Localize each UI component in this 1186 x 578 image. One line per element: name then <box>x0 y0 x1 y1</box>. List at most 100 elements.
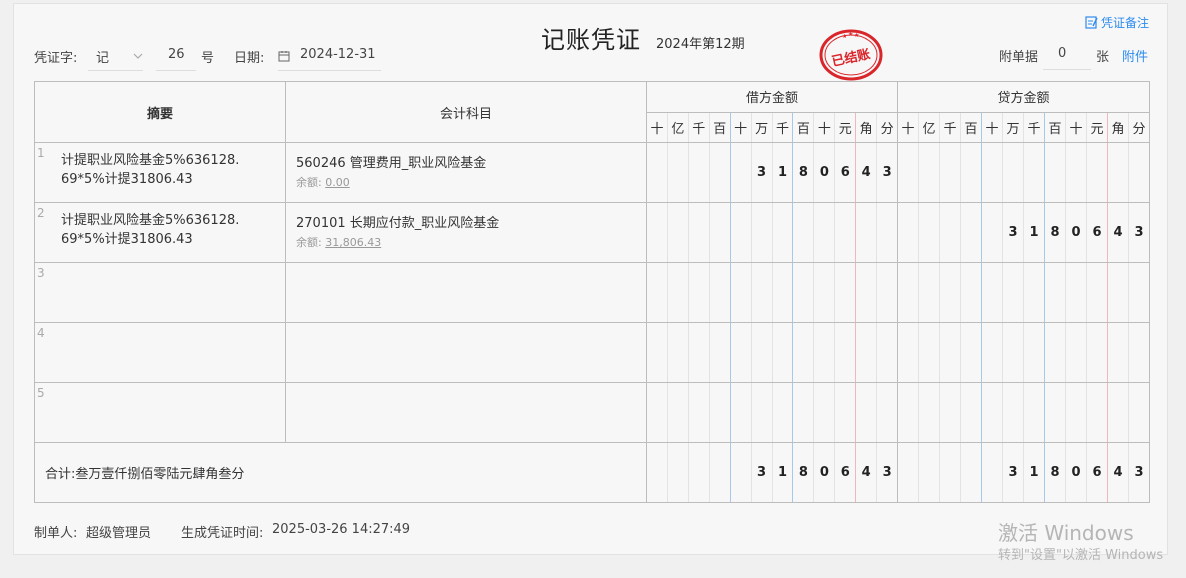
total-credit-digit-9: 6 <box>1087 443 1108 502</box>
debit-amount-cell[interactable]: 3180643 <box>646 142 898 203</box>
credit-digit-8: 0 <box>1066 203 1087 262</box>
summary-cell[interactable]: 2 计提职业风险基金5%636128.69*5%计提31806.43 <box>34 202 286 263</box>
attach-count-input[interactable]: 0 <box>1043 43 1091 70</box>
debit-digit-8: 0 <box>814 143 836 202</box>
summary-cell[interactable]: 4 <box>34 322 286 383</box>
summary-cell[interactable]: 3 <box>34 262 286 323</box>
account-cell[interactable]: 270101 长期应付款_职业风险基金 余额: 31,806.43 <box>285 202 647 263</box>
debit-digit-6 <box>773 383 794 442</box>
entry-row[interactable]: 1 计提职业风险基金5%636128.69*5%计提31806.43 560246 … <box>34 142 1150 203</box>
voucher-word-label: 凭证字: <box>34 51 78 66</box>
total-debit-digit-9: 6 <box>835 443 857 502</box>
date-picker[interactable]: 2024-12-31 <box>278 44 381 71</box>
credit-digit-0 <box>898 203 919 262</box>
number-suffix: 号 <box>201 51 215 66</box>
total-credit-digit-6: 1 <box>1024 443 1045 502</box>
credit-digit-6 <box>1024 143 1045 202</box>
credit-digit-11: 3 <box>1134 225 1144 240</box>
debit-unit-7: 百 <box>793 112 815 142</box>
account-cell[interactable] <box>285 322 647 383</box>
total-debit-digit-0 <box>647 443 668 502</box>
account-cell[interactable]: 560246 管理费用_职业风险基金 余额: 0.00 <box>285 142 647 203</box>
debit-digit-1 <box>668 143 689 202</box>
balance-label: 余额: <box>296 236 322 249</box>
debit-digit-4 <box>731 263 752 322</box>
summary-cell[interactable]: 1 计提职业风险基金5%636128.69*5%计提31806.43 <box>34 142 286 203</box>
calendar-icon <box>278 51 290 62</box>
credit-amount-cell[interactable] <box>897 262 1150 323</box>
total-credit-digit-11: 3 <box>1134 465 1144 480</box>
credit-digit-1 <box>919 203 940 262</box>
credit-unit-7: 百 <box>1045 112 1066 142</box>
credit-amount-cell[interactable]: 3180643 <box>897 202 1150 263</box>
row-number: 2 <box>37 206 45 220</box>
credit-digit-1 <box>919 143 940 202</box>
credit-digit-9 <box>1087 263 1108 322</box>
credit-amount-cell[interactable] <box>897 142 1150 203</box>
entry-row[interactable]: 4 <box>34 322 1150 383</box>
credit-digit-10 <box>1108 143 1129 202</box>
debit-digit-11: 3 <box>882 165 892 180</box>
credit-digit-9 <box>1087 383 1108 442</box>
debit-digit-4 <box>731 203 752 262</box>
voucher-word-select[interactable]: 记 <box>88 44 143 71</box>
svg-text:★: ★ <box>842 33 847 40</box>
debit-unit-9: 元 <box>835 112 857 142</box>
credit-digit-5: 3 <box>1003 203 1024 262</box>
account-cell[interactable] <box>285 382 647 443</box>
credit-digit-6 <box>1024 323 1045 382</box>
credit-digit-6 <box>1024 383 1045 442</box>
total-debit-digit-10: 4 <box>856 443 878 502</box>
debit-digit-5: 3 <box>752 143 773 202</box>
debit-amount-cell[interactable] <box>646 382 898 443</box>
stamp-text: 已结账 <box>830 46 871 70</box>
debit-amount-cell[interactable] <box>646 262 898 323</box>
credit-digit-4 <box>982 383 1003 442</box>
debit-digit-7 <box>793 323 815 382</box>
balance-label: 余额: <box>296 176 322 189</box>
voucher-note-link[interactable]: 凭证备注 <box>1085 14 1149 31</box>
total-row: 合计:叁万壹仟捌佰零陆元肆角叁分 3 1 8 0 6 4 3 3 1 8 0 6 4 3 <box>34 442 1150 503</box>
debit-digit-10 <box>856 203 878 262</box>
entry-row[interactable]: 5 <box>34 382 1150 443</box>
voucher-number-input[interactable]: 26 <box>156 44 196 71</box>
entry-row[interactable]: 2 计提职业风险基金5%636128.69*5%计提31806.43 270101 … <box>34 202 1150 263</box>
debit-digit-4 <box>731 323 752 382</box>
debit-digit-9 <box>835 323 857 382</box>
debit-digit-10 <box>856 323 878 382</box>
credit-unit-6: 千 <box>1024 112 1045 142</box>
debit-unit-10: 角 <box>856 112 878 142</box>
debit-digit-6: 1 <box>773 143 794 202</box>
summary-cell[interactable]: 5 <box>34 382 286 443</box>
debit-digit-7 <box>793 263 815 322</box>
attachment-link[interactable]: 附件 <box>1122 46 1148 65</box>
credit-digit-10 <box>1108 263 1129 322</box>
entry-row[interactable]: 3 <box>34 262 1150 323</box>
account-cell[interactable] <box>285 262 647 323</box>
attach-label: 附单据 <box>999 50 1039 65</box>
debit-digit-0 <box>647 323 668 382</box>
credit-digit-2 <box>940 143 961 202</box>
voucher-word-value: 记 <box>96 51 110 66</box>
total-debit-digit-8: 0 <box>814 443 836 502</box>
debit-digit-3 <box>710 203 731 262</box>
credit-digit-4 <box>982 263 1003 322</box>
credit-amount-cell[interactable] <box>897 322 1150 383</box>
credit-digit-4 <box>982 143 1003 202</box>
balance-value[interactable]: 0.00 <box>325 176 350 189</box>
balance-value[interactable]: 31,806.43 <box>325 236 381 249</box>
credit-digit-8 <box>1066 383 1087 442</box>
debit-amount-cell[interactable] <box>646 202 898 263</box>
credit-amount-cell[interactable] <box>897 382 1150 443</box>
debit-digit-9: 6 <box>835 143 857 202</box>
debit-amount-cell[interactable] <box>646 322 898 383</box>
debit-digit-2 <box>689 143 710 202</box>
debit-unit-4: 十 <box>731 112 752 142</box>
credit-unit-5: 万 <box>1003 112 1024 142</box>
credit-digit-7 <box>1045 263 1066 322</box>
date-label: 日期: <box>234 51 265 66</box>
debit-unit-11: 分 <box>880 121 894 137</box>
credit-digit-1 <box>919 323 940 382</box>
credit-unit-2: 千 <box>940 112 961 142</box>
credit-digit-11 <box>1129 263 1149 322</box>
